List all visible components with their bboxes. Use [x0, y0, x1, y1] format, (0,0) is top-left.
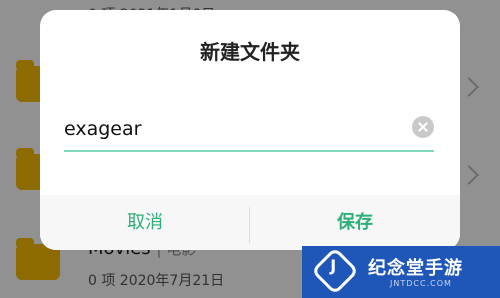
folder-name-input-wrap	[64, 110, 434, 152]
logo-icon: J	[310, 246, 360, 296]
new-folder-dialog: 新建文件夹 取消 保存	[40, 10, 460, 250]
clear-icon[interactable]	[412, 116, 434, 138]
save-button[interactable]: 保存	[250, 195, 460, 250]
dialog-actions: 取消 保存	[40, 195, 460, 250]
cancel-button[interactable]: 取消	[40, 195, 250, 250]
logo-letter: J	[330, 256, 337, 276]
dialog-title: 新建文件夹	[200, 40, 300, 64]
watermark-url: JNTDCC.COM	[390, 279, 452, 288]
watermark: J 纪念堂手游 JNTDCC.COM	[302, 246, 500, 298]
folder-name-input[interactable]	[64, 114, 394, 144]
watermark-title: 纪念堂手游	[368, 258, 463, 279]
